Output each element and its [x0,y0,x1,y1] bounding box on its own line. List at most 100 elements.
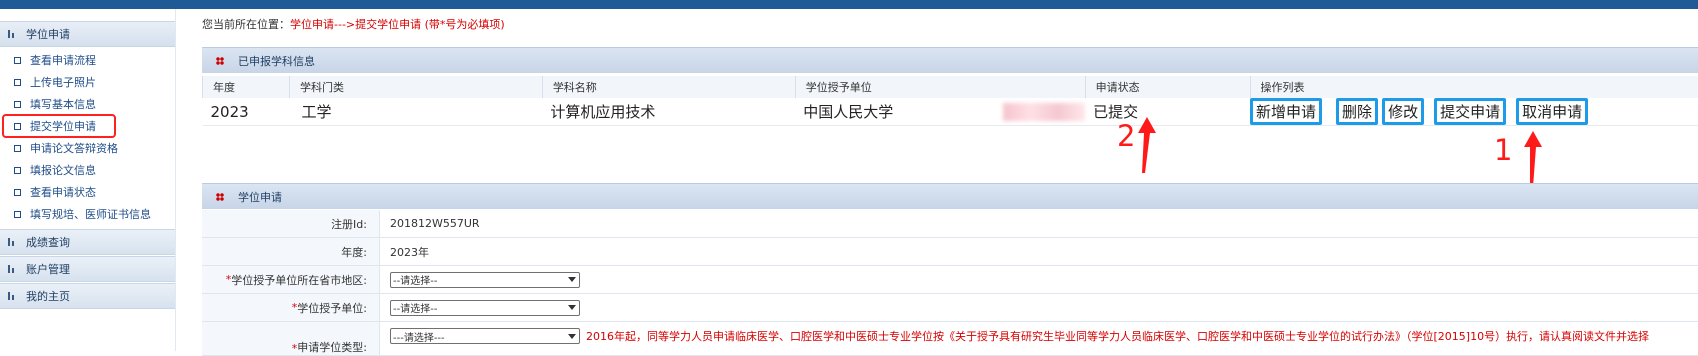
sidebar-item-label: 填写规培、医师证书信息 [30,206,151,222]
table-row: 2023 工学 计算机应用技术 中国人民大学 已提交 新增申请删除修改提交申请取… [203,98,1698,126]
region-value: --请选择-- [380,266,580,293]
sidebar-item-status[interactable]: 查看申请状态 [0,181,175,203]
sidebar-section-home[interactable]: 我的主页 [0,283,175,309]
sidebar-section-grades[interactable]: 成绩查询 [0,229,175,255]
cell-actions: 新增申请删除修改提交申请取消申请 [1250,98,1698,126]
breadcrumb-path: 学位申请--->提交学位申请 (带*号为必填项) [290,18,505,31]
unit-value: --请选择-- [380,294,580,321]
unit-label: 学位授予单位: [297,300,367,316]
grid-dot-icon [216,193,224,201]
sidebar-header-label: 学位申请 [26,26,70,42]
sidebar-item-photo[interactable]: 上传电子照片 [0,71,175,93]
applied-panel-title: 已申报学科信息 [238,53,315,69]
submit-application-button[interactable]: 提交申请 [1434,98,1506,125]
square-icon [14,79,21,86]
sidebar-item-process[interactable]: 查看申请流程 [0,49,175,71]
add-application-button[interactable]: 新增申请 [1250,98,1322,125]
annotation-arrow-two [1132,115,1162,175]
sidebar-item-label: 申请论文答辩资格 [30,140,118,156]
cell-category: 工学 [289,98,542,126]
region-select[interactable]: --请选择-- [390,272,580,288]
delete-button[interactable]: 删除 [1336,98,1378,125]
header-status: 申请状态 [1085,76,1250,98]
bars-icon [8,237,18,247]
unit-select[interactable]: --请选择-- [390,300,580,316]
chevron-down-icon [568,277,576,282]
sidebar-item-label: 填写基本信息 [30,96,96,112]
header-subject: 学科名称 [542,76,795,98]
square-icon [14,57,21,64]
bars-icon [8,291,18,301]
grid-dot-icon [216,57,224,65]
top-banner [0,0,1698,9]
sidebar-item-certificates[interactable]: 填写规培、医师证书信息 [0,203,175,225]
sidebar-item-submit-application[interactable]: 提交学位申请 [3,115,115,137]
applied-table: 年度 学科门类 学科名称 学位授予单位 申请状态 操作列表 2023 工学 计算… [202,76,1698,126]
sidebar-item-basic-info[interactable]: 填写基本信息 [0,93,175,115]
header-category: 学科门类 [289,76,542,98]
bars-icon [8,29,18,39]
chevron-down-icon [568,334,576,339]
chevron-down-icon [568,305,576,310]
degree-type-select-value: ---请选择--- [393,329,445,344]
main-content: 您当前所在位置：学位申请--->提交学位申请 (带*号为必填项) 已申报学科信息… [202,9,1698,351]
applied-panel-header: 已申报学科信息 [202,47,1698,73]
cell-status: 已提交 [1085,98,1250,126]
sidebar-section-label: 成绩查询 [26,234,70,250]
annotation-arrow-one [1518,129,1548,189]
sidebar-section-label: 账户管理 [26,261,70,277]
sidebar-menu: 查看申请流程 上传电子照片 填写基本信息 提交学位申请 申请论文答辩资格 填报论… [0,47,175,228]
cell-year: 2023 [203,98,290,126]
apply-form: 注册Id: 201812W557UR 年度: 2023年 * 学位授予单位所在省… [202,210,1698,356]
unit-select-value: --请选择-- [393,300,437,315]
cell-redacted [995,98,1085,126]
reg-id-value: 201812W557UR [380,210,480,237]
sidebar-section-account[interactable]: 账户管理 [0,256,175,282]
sidebar-item-label: 填报论文信息 [30,162,96,178]
region-label: 学位授予单位所在省市地区: [231,272,367,288]
edit-button[interactable]: 修改 [1382,98,1424,125]
form-row-unit: *学位授予单位: --请选择-- [202,294,1698,322]
apply-panel-title: 学位申请 [238,189,282,205]
header-actions: 操作列表 [1250,76,1698,98]
degree-type-notice: 2016年起，同等学力人员申请临床医学、口腔医学和中医硕士专业学位按《关于授予具… [586,328,1649,344]
year-value: 2023年 [380,238,429,265]
cell-subject: 计算机应用技术 [542,98,795,126]
reg-id-label: 注册Id: [202,210,380,237]
sidebar-item-label: 查看申请状态 [30,184,96,200]
sidebar-item-label: 查看申请流程 [30,52,96,68]
type-label: 申请学位类型: [297,339,367,355]
square-icon [14,189,21,196]
sidebar-item-label: 提交学位申请 [30,118,96,134]
year-label: 年度: [202,238,380,265]
header-unit: 学位授予单位 [795,76,995,98]
degree-type-select[interactable]: ---请选择--- [390,328,580,344]
redacted-block [1003,103,1085,121]
table-header-row: 年度 学科门类 学科名称 学位授予单位 申请状态 操作列表 [203,76,1698,98]
sidebar-item-defense[interactable]: 申请论文答辩资格 [0,137,175,159]
breadcrumb: 您当前所在位置：学位申请--->提交学位申请 (带*号为必填项) [202,16,505,32]
sidebar-item-thesis-info[interactable]: 填报论文信息 [0,159,175,181]
square-icon [14,101,21,108]
form-row-year: 年度: 2023年 [202,238,1698,266]
form-row-reg-id: 注册Id: 201812W557UR [202,210,1698,238]
cancel-application-button[interactable]: 取消申请 [1516,98,1588,125]
sidebar-item-label: 上传电子照片 [30,74,96,90]
region-label-cell: * 学位授予单位所在省市地区: [202,266,380,293]
unit-label-cell: *学位授予单位: [202,294,380,321]
sidebar-header[interactable]: 学位申请 [0,21,175,47]
sidebar: 学位申请 查看申请流程 上传电子照片 填写基本信息 提交学位申请 申请论文答辩资… [0,9,176,351]
header-year: 年度 [203,76,290,98]
sidebar-section-label: 我的主页 [26,288,70,304]
square-icon [14,211,21,218]
breadcrumb-prefix: 您当前所在位置： [202,18,290,31]
square-icon [14,167,21,174]
square-icon [14,123,21,130]
square-icon [14,145,21,152]
form-row-region: * 学位授予单位所在省市地区: --请选择-- [202,266,1698,294]
type-label-cell: *申请学位类型: [202,322,380,355]
annotation-number-one: 1 [1494,133,1512,167]
apply-panel-header: 学位申请 [202,183,1698,209]
region-select-value: --请选择-- [393,272,437,287]
header-blank [995,76,1085,98]
